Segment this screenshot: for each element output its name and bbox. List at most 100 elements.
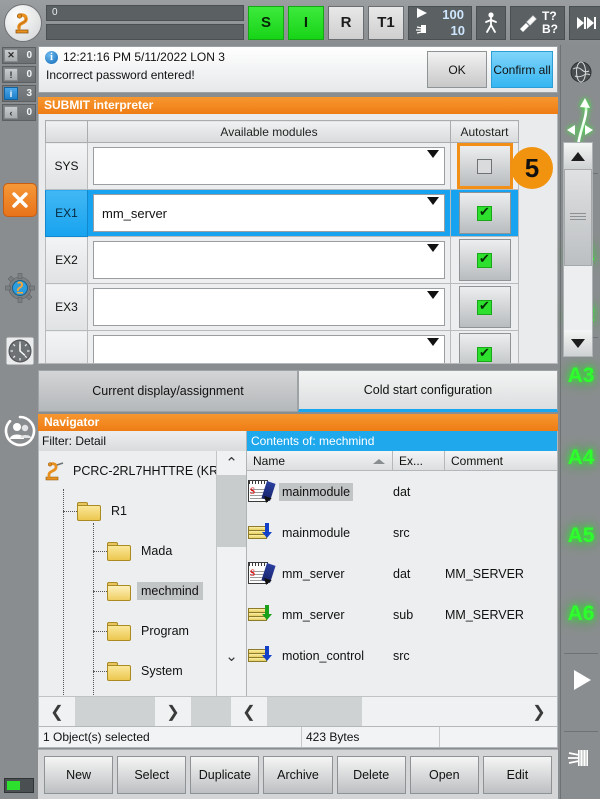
tree-scroll-left-button[interactable]: ❮ xyxy=(39,697,75,726)
table-row[interactable]: SYS xyxy=(45,142,551,190)
r-key-button[interactable]: R xyxy=(328,5,364,40)
column-name[interactable]: Name xyxy=(247,451,393,470)
autostart-toggle-sys[interactable] xyxy=(456,143,513,189)
play-program-button[interactable] xyxy=(561,657,600,703)
tree-hscroll-track[interactable] xyxy=(191,697,231,726)
tree-item-system[interactable]: System xyxy=(39,651,246,691)
tab-current-display-assignment[interactable]: Current display/assignment xyxy=(38,370,298,412)
row-autostart-cell[interactable] xyxy=(450,236,519,284)
table-row[interactable]: EX2 xyxy=(45,236,551,284)
exclamation-icon: ! xyxy=(4,68,18,81)
table-row[interactable]: EX3 xyxy=(45,283,551,331)
chevron-down-icon[interactable] xyxy=(427,197,439,205)
list-item[interactable]: mm_server sub MM_SERVER xyxy=(247,594,557,635)
row-module-cell[interactable] xyxy=(87,236,451,284)
column-comment[interactable]: Comment xyxy=(445,451,557,470)
modules-table-scrollbar[interactable] xyxy=(563,142,593,357)
tree-item-r1[interactable]: R1 xyxy=(39,491,246,531)
ok-button[interactable]: OK xyxy=(427,51,487,88)
list-item[interactable]: S mm_server dat MM_SERVER xyxy=(247,553,557,594)
tree-scrollbar-thumb[interactable] xyxy=(217,475,246,547)
scrollbar-thumb[interactable] xyxy=(564,169,592,266)
chevron-down-icon[interactable] xyxy=(427,244,439,252)
warning-count: 0 xyxy=(26,69,32,80)
archive-button[interactable]: Archive xyxy=(263,755,333,794)
filter-label[interactable]: Filter: Detail xyxy=(39,431,247,451)
t1-mode-button[interactable]: T1 xyxy=(368,5,404,40)
duplicate-button[interactable]: Duplicate xyxy=(190,755,260,794)
tree-item-program[interactable]: Program xyxy=(39,611,246,651)
s-key-button[interactable]: S xyxy=(248,5,284,40)
module-combobox-ex1[interactable]: mm_server xyxy=(93,194,445,232)
module-combobox-ex2[interactable] xyxy=(93,241,445,279)
scroll-down-button[interactable] xyxy=(564,330,592,356)
tree-scroll-right-button[interactable]: ❯ xyxy=(155,697,191,726)
clock-button[interactable] xyxy=(4,335,36,367)
module-combobox-sys[interactable] xyxy=(93,147,445,185)
axis-a5[interactable]: A5 xyxy=(561,513,600,559)
autostart-toggle-ex2[interactable] xyxy=(458,239,511,281)
autostart-toggle-ex3[interactable] xyxy=(458,286,511,328)
kuka-robot-icon[interactable] xyxy=(4,3,42,42)
row-autostart-cell[interactable] xyxy=(450,189,519,237)
chevron-down-icon[interactable] xyxy=(427,338,439,346)
module-combobox-partial[interactable] xyxy=(93,335,445,363)
world-coordinate-button[interactable] xyxy=(561,49,600,95)
column-autostart: Autostart xyxy=(450,120,519,143)
list-scroll-left-button[interactable]: ❮ xyxy=(231,697,267,726)
tree-item-mechmind[interactable]: mechmind xyxy=(39,571,246,611)
status-field-2[interactable] xyxy=(46,24,244,40)
row-autostart-cell[interactable] xyxy=(450,142,519,190)
tree-item-controller[interactable]: PCRC-2RL7HHTTRE (KR( xyxy=(39,451,246,491)
module-combobox-ex3[interactable] xyxy=(93,288,445,326)
info-messages[interactable]: i 3 xyxy=(2,85,36,102)
tree-hscroll-thumb[interactable] xyxy=(75,697,155,726)
tree-scroll-down-button[interactable]: ⌄ xyxy=(217,644,246,668)
open-button[interactable]: Open xyxy=(409,755,479,794)
user-group-button[interactable] xyxy=(4,415,36,447)
column-ext[interactable]: Ex... xyxy=(393,451,445,470)
axis-a4[interactable]: A4 xyxy=(561,435,600,481)
scroll-up-button[interactable] xyxy=(564,143,592,169)
list-hscroll-thumb[interactable] xyxy=(267,697,362,726)
delete-button[interactable]: Delete xyxy=(336,755,406,794)
list-item[interactable]: S mainmodule dat xyxy=(247,471,557,512)
list-item[interactable]: mainmodule src xyxy=(247,512,557,553)
increment-mode-button[interactable]: ∞ xyxy=(569,5,600,40)
row-module-cell[interactable] xyxy=(87,283,451,331)
chevron-down-icon[interactable] xyxy=(427,150,439,158)
tool-base-selection[interactable]: T? B? xyxy=(510,5,565,40)
list-scroll-right-button[interactable]: ❯ xyxy=(521,697,557,726)
waiting-messages[interactable]: ‹ 0 xyxy=(2,104,36,121)
select-button[interactable]: Select xyxy=(117,755,187,794)
table-row[interactable] xyxy=(45,330,551,363)
new-button[interactable]: New xyxy=(44,755,114,794)
settings-button[interactable] xyxy=(4,272,36,304)
row-autostart-cell[interactable] xyxy=(450,330,519,363)
override-display[interactable]: 100 10 xyxy=(408,5,472,40)
row-module-cell[interactable] xyxy=(87,330,451,363)
i-key-button[interactable]: I xyxy=(288,5,324,40)
autostart-toggle-partial[interactable] xyxy=(458,333,511,363)
table-row[interactable]: EX1 mm_server xyxy=(45,189,551,237)
row-autostart-cell[interactable] xyxy=(450,283,519,331)
chevron-down-icon[interactable] xyxy=(427,291,439,299)
tab-cold-start-configuration[interactable]: Cold start configuration xyxy=(298,370,558,412)
autostart-toggle-ex1[interactable] xyxy=(458,192,511,234)
hand-jog-button[interactable] xyxy=(561,735,600,781)
tree-scroll-up-button[interactable]: ⌃ xyxy=(217,451,246,475)
list-item[interactable]: motion_control src xyxy=(247,635,557,676)
warning-messages[interactable]: ! 0 xyxy=(2,66,36,83)
row-module-cell[interactable]: mm_server xyxy=(87,189,451,237)
axis-a3[interactable]: A3 xyxy=(561,353,600,399)
edit-button[interactable]: Edit xyxy=(482,755,552,794)
walking-man-button[interactable] xyxy=(476,5,506,40)
close-window-button[interactable] xyxy=(3,183,37,217)
status-field-1[interactable]: 0 xyxy=(46,5,244,21)
row-module-cell[interactable] xyxy=(87,142,451,190)
confirm-all-button[interactable]: Confirm all xyxy=(491,51,553,88)
acknowledge-messages[interactable]: ✕ 0 xyxy=(2,47,36,64)
axis-a6[interactable]: A6 xyxy=(561,591,600,637)
tree-scrollbar[interactable]: ⌃ ⌄ xyxy=(216,451,246,696)
tree-item-mada[interactable]: Mada xyxy=(39,531,246,571)
